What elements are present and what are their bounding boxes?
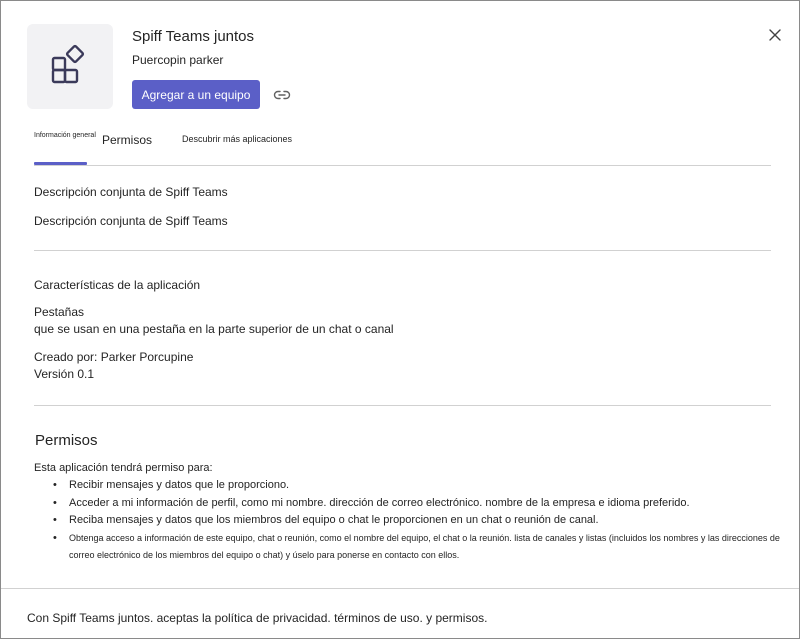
tab-overview[interactable]: Información general bbox=[34, 132, 96, 139]
app-title: Spiff Teams juntos bbox=[132, 28, 255, 45]
divider bbox=[34, 250, 771, 251]
footer-divider bbox=[1, 588, 799, 589]
list-item: • Acceder a mi información de perfil, com… bbox=[53, 496, 690, 509]
permissions-heading: Permisos bbox=[35, 432, 98, 449]
app-details-dialog: Spiff Teams juntos Puercopin parker Agre… bbox=[0, 0, 800, 639]
features-tabs-title: Pestañas bbox=[34, 305, 85, 319]
tab-discover-more-apps[interactable]: Descubrir más aplicaciones bbox=[182, 134, 292, 144]
list-item: • Obtenga acceso a información de este eq… bbox=[53, 531, 780, 560]
short-description: Descripción conjunta de Spiff Teams bbox=[34, 185, 228, 199]
features-tabs-description: que se usan en una pestaña en la parte s… bbox=[34, 322, 394, 336]
app-grid-icon bbox=[48, 42, 92, 91]
footer-consent-text: Con Spiff Teams juntos. aceptas la polít… bbox=[27, 611, 488, 625]
version: Versión 0.1 bbox=[34, 367, 95, 381]
list-item: • Recibir mensajes y datos que le proporc… bbox=[53, 479, 290, 491]
permissions-intro: Esta aplicación tendrá permiso para: bbox=[34, 462, 213, 474]
created-by: Creado por: Parker Porcupine bbox=[34, 350, 194, 364]
tab-permissions[interactable]: Permisos bbox=[102, 133, 152, 147]
divider bbox=[34, 165, 771, 166]
close-icon[interactable] bbox=[765, 25, 785, 45]
add-to-team-button[interactable]: Agregar a un equipo bbox=[132, 80, 260, 109]
divider bbox=[34, 405, 771, 406]
list-item: • Reciba mensajes y datos que los miembro… bbox=[53, 514, 599, 526]
permissions-list: • Recibir mensajes y datos que le proporc… bbox=[53, 477, 788, 564]
app-publisher: Puercopin parker bbox=[132, 53, 224, 67]
features-heading: Características de la aplicación bbox=[34, 278, 201, 292]
app-icon-tile bbox=[27, 24, 113, 109]
long-description: Descripción conjunta de Spiff Teams bbox=[34, 214, 228, 228]
link-icon[interactable] bbox=[271, 85, 293, 105]
